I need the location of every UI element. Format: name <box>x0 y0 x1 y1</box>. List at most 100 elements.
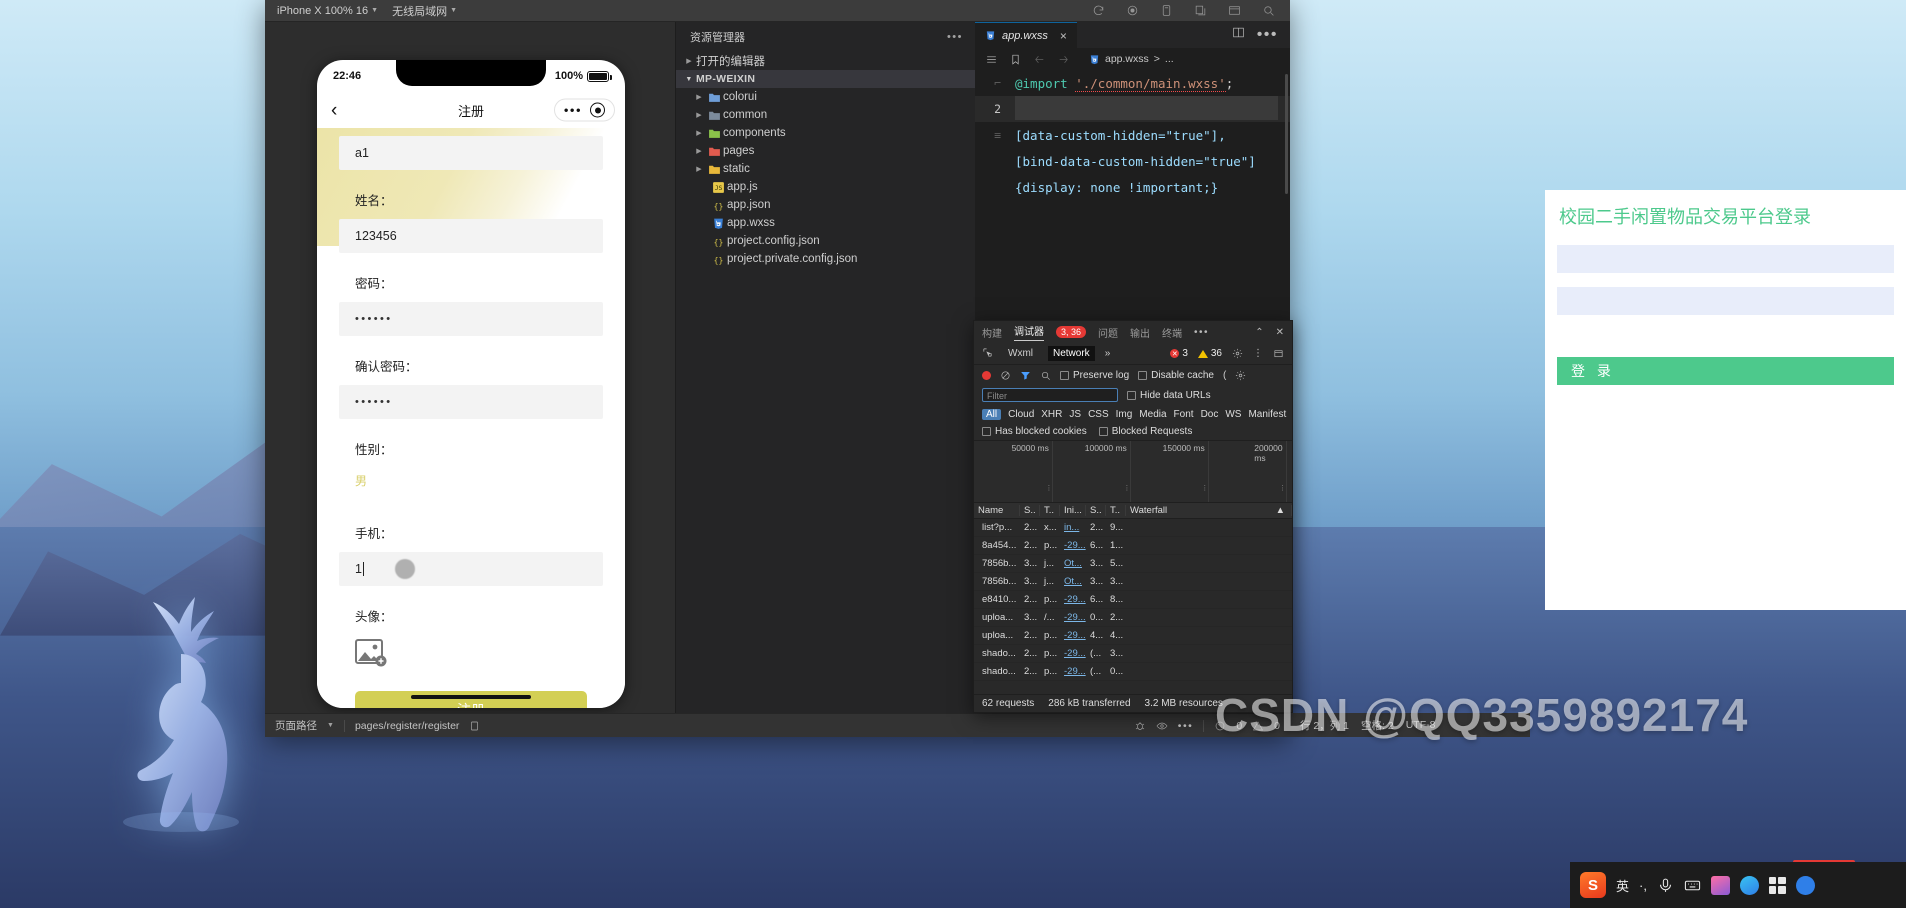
col-type[interactable]: T.. <box>1040 505 1060 516</box>
type-filter-font[interactable]: Font <box>1174 409 1194 420</box>
page-path-label[interactable]: 页面路径 <box>275 718 317 733</box>
explorer-item-pages[interactable]: ▶ pages <box>676 142 975 160</box>
gender-value[interactable]: 男 <box>355 472 603 489</box>
cursor-position[interactable]: 行 2，列 1 <box>1300 718 1349 733</box>
ime-mode-toggle[interactable]: 英 <box>1616 876 1629 895</box>
col-name[interactable]: Name <box>974 505 1020 516</box>
tab-wxml[interactable]: Wxml <box>1003 346 1038 361</box>
throttle-selector[interactable]: ( <box>1223 370 1226 381</box>
phone-input[interactable]: 1 <box>339 552 603 586</box>
more-icon[interactable]: ••• <box>564 104 582 117</box>
cell-initiator[interactable]: -29... <box>1060 612 1086 623</box>
more-icon[interactable]: ••• <box>1194 327 1209 338</box>
col-waterfall[interactable]: Waterfall ▲ <box>1126 505 1292 516</box>
network-request-list[interactable]: list?p... 2... x... in... 2... 9... 8a454... 2… <box>974 519 1292 694</box>
browser-username-input[interactable] <box>1557 245 1894 273</box>
hide-data-urls-checkbox[interactable]: Hide data URLs <box>1127 390 1211 401</box>
preserve-log-checkbox[interactable]: Preserve log <box>1060 370 1129 381</box>
bug-icon[interactable] <box>1134 720 1146 732</box>
account-input[interactable]: a1 <box>339 136 603 170</box>
device-selector[interactable]: iPhone X 100% 16 ▼ <box>277 5 378 17</box>
close-icon[interactable]: ✕ <box>1276 327 1284 338</box>
copy-icon[interactable] <box>469 720 481 732</box>
has-blocked-cookies-checkbox[interactable]: Has blocked cookies <box>982 426 1087 437</box>
cell-initiator[interactable]: -29... <box>1060 594 1086 605</box>
more-icon[interactable]: ••• <box>1257 26 1278 44</box>
type-filter-img[interactable]: Img <box>1116 409 1133 420</box>
explorer-item-project-private-config-json[interactable]: {} project.private.config.json <box>676 250 975 268</box>
eye-icon[interactable] <box>1156 720 1168 732</box>
tab-output[interactable]: 输出 <box>1130 325 1150 340</box>
cell-initiator[interactable]: -29... <box>1060 630 1086 641</box>
encoding[interactable]: UTF-8 <box>1406 719 1436 731</box>
table-row[interactable]: 7856b... 3... j... Ot... 3... 3... <box>974 573 1292 591</box>
type-filter-all[interactable]: All <box>982 408 1002 420</box>
explorer-item-static[interactable]: ▶ static <box>676 160 975 178</box>
browser-login-button[interactable]: 登 录 <box>1557 357 1894 385</box>
password-input[interactable]: •••••• <box>339 302 603 336</box>
explorer-item-app-js[interactable]: JS app.js <box>676 178 975 196</box>
type-filter-js[interactable]: JS <box>1069 409 1081 420</box>
chevron-right-icon[interactable]: ▶ <box>692 147 706 155</box>
col-size[interactable]: S.. <box>1086 505 1106 516</box>
search-icon[interactable] <box>1040 370 1051 381</box>
chevron-right-icon[interactable]: ▶ <box>692 129 706 137</box>
table-row[interactable]: list?p... 2... x... in... 2... 9... <box>974 519 1292 537</box>
punctuation-icon[interactable]: ·, <box>1639 878 1647 893</box>
cell-initiator[interactable]: Ot... <box>1060 576 1086 587</box>
compile-icon[interactable] <box>1122 3 1142 19</box>
error-count-group[interactable]: ✕ 3 <box>1170 348 1188 359</box>
skin-icon[interactable] <box>1710 875 1730 895</box>
chevron-right-icon[interactable]: ▶ <box>692 165 706 173</box>
col-initiator[interactable]: Ini... <box>1060 505 1086 516</box>
wechat-capsule-button[interactable]: ••• <box>553 98 615 122</box>
bookmark-icon[interactable] <box>1009 53 1022 66</box>
cell-initiator[interactable]: Ot... <box>1060 558 1086 569</box>
tab-network[interactable]: Network <box>1048 346 1095 361</box>
arrow-right-icon[interactable] <box>1057 53 1070 66</box>
warning-count-group[interactable]: 36 <box>1197 348 1222 359</box>
type-filter-xhr[interactable]: XHR <box>1041 409 1062 420</box>
table-row[interactable]: uploa... 2... p... -29... 4... 4... <box>974 627 1292 645</box>
arrow-left-icon[interactable] <box>1033 53 1046 66</box>
split-editor-icon[interactable] <box>1232 26 1245 44</box>
close-icon[interactable]: × <box>1060 29 1067 43</box>
indent-size[interactable]: 空格: 2 <box>1361 718 1394 733</box>
explorer-item-components[interactable]: ▶ components <box>676 124 975 142</box>
clear-icon[interactable] <box>1000 370 1011 381</box>
cell-initiator[interactable]: -29... <box>1060 648 1086 659</box>
col-status[interactable]: S.. <box>1020 505 1040 516</box>
network-timeline-overview[interactable]: 50000 ms ⋮ 100000 ms ⋮ 150000 ms ⋮ 200000 ms ⋮ <box>974 441 1292 503</box>
browser-password-input[interactable] <box>1557 287 1894 315</box>
explorer-item-common[interactable]: ▶ common <box>676 106 975 124</box>
table-row[interactable]: 7856b... 3... j... Ot... 3... 5... <box>974 555 1292 573</box>
explorer-open-editors[interactable]: ▶ 打开的编辑器 <box>676 52 975 70</box>
chevron-right-icon[interactable]: ▶ <box>692 111 706 119</box>
inspect-icon[interactable] <box>982 347 993 361</box>
type-filter-media[interactable]: Media <box>1139 409 1166 420</box>
chevron-right-icon[interactable]: ▶ <box>692 93 706 101</box>
emoji-icon[interactable] <box>1739 875 1759 895</box>
window-icon[interactable] <box>1224 3 1244 19</box>
table-row[interactable]: shado... 2... p... -29... (... 3... <box>974 645 1292 663</box>
tab-app-wxss[interactable]: app.wxss × <box>975 22 1077 48</box>
explorer-item-colorui[interactable]: ▶ colorui <box>676 88 975 106</box>
explorer-item-app-wxss[interactable]: app.wxss <box>676 214 975 232</box>
register-submit-button[interactable]: 注册 <box>355 691 587 708</box>
explorer-project-root[interactable]: ▼ MP-WEIXIN <box>676 70 975 88</box>
sogou-ime-logo[interactable]: S <box>1580 872 1606 898</box>
cell-initiator[interactable]: in... <box>1060 522 1086 533</box>
filter-input[interactable]: Filter <box>982 388 1118 402</box>
table-row[interactable]: e8410... 2... p... -29... 6... 8... <box>974 591 1292 609</box>
confirm-password-input[interactable]: •••••• <box>339 385 603 419</box>
type-filter-cloud[interactable]: Cloud <box>1008 409 1034 420</box>
more-icon[interactable]: ••• <box>947 31 963 43</box>
table-row[interactable]: shado... 2... p... -29... (... 0... <box>974 663 1292 681</box>
network-selector[interactable]: 无线局域网 ▼ <box>392 3 457 19</box>
copy-icon[interactable] <box>1190 3 1210 19</box>
keyboard-icon[interactable] <box>1684 877 1701 894</box>
background-browser-login-page[interactable]: 校园二手闲置物品交易平台登录 登 录 <box>1545 190 1906 610</box>
gear-icon[interactable] <box>1232 348 1243 359</box>
image-upload-icon[interactable] <box>355 639 389 669</box>
record-icon[interactable] <box>982 370 991 380</box>
